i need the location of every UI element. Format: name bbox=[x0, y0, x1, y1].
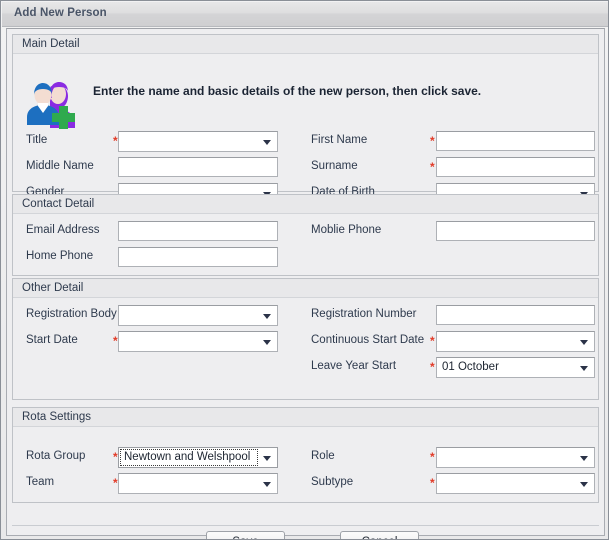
label-title: Title bbox=[26, 134, 48, 146]
group-header-other-detail: Other Detail bbox=[13, 279, 598, 298]
label-continuous-start-date: Continuous Start Date bbox=[311, 334, 425, 346]
combobox-rota-group-value: Newtown and Welshpool bbox=[124, 451, 251, 463]
label-subtype: Subtype bbox=[311, 476, 354, 488]
intro-instruction-text: Enter the name and basic details of the … bbox=[93, 84, 482, 98]
textbox-first-name[interactable] bbox=[436, 131, 595, 151]
chevron-down-icon bbox=[263, 340, 271, 345]
label-rota-group: Rota Group bbox=[26, 450, 86, 462]
required-marker-continuous-start-date: * bbox=[430, 334, 435, 348]
group-header-contact-detail: Contact Detail bbox=[13, 195, 598, 214]
combobox-leave-year-start-value: 01 October bbox=[442, 361, 499, 373]
dialog-client-area: Main Detail Enter the name and basic det… bbox=[6, 28, 605, 539]
required-marker-rota-group: * bbox=[113, 450, 118, 464]
cancel-button[interactable]: Cancel bbox=[340, 531, 419, 539]
group-other-detail: Other Detail Registration Body Registrat… bbox=[12, 278, 599, 400]
combobox-subtype[interactable] bbox=[436, 473, 595, 494]
textbox-registration-number[interactable] bbox=[436, 305, 595, 325]
combobox-leave-year-start[interactable]: 01 October bbox=[436, 357, 595, 378]
label-role: Role bbox=[311, 450, 335, 462]
required-marker-start-date: * bbox=[113, 334, 118, 348]
group-contact-detail: Contact Detail Email Address Moblie Phon… bbox=[12, 194, 599, 276]
group-title-other-detail: Other Detail bbox=[22, 282, 84, 294]
chevron-down-icon bbox=[263, 482, 271, 487]
group-title-contact-detail: Contact Detail bbox=[22, 198, 95, 210]
required-marker-team: * bbox=[113, 476, 118, 490]
chevron-down-icon bbox=[263, 314, 271, 319]
required-marker-title: * bbox=[113, 134, 118, 148]
label-start-date: Start Date bbox=[26, 334, 78, 346]
textbox-middle-name[interactable] bbox=[118, 157, 278, 177]
label-mobile-phone: Moblie Phone bbox=[311, 224, 382, 236]
group-main-detail: Main Detail Enter the name and basic det… bbox=[12, 34, 599, 204]
combobox-title[interactable] bbox=[118, 131, 278, 152]
required-marker-first-name: * bbox=[430, 134, 435, 148]
title-bar: Add New Person bbox=[2, 2, 608, 27]
label-registration-body: Registration Body bbox=[26, 308, 117, 320]
textbox-email-address[interactable] bbox=[118, 221, 278, 241]
chevron-down-icon bbox=[580, 366, 588, 371]
combobox-role[interactable] bbox=[436, 447, 595, 468]
group-header-rota-settings: Rota Settings bbox=[13, 408, 598, 427]
label-middle-name: Middle Name bbox=[26, 160, 94, 172]
chevron-down-icon bbox=[580, 340, 588, 345]
combobox-team[interactable] bbox=[118, 473, 278, 494]
chevron-down-icon bbox=[580, 456, 588, 461]
label-first-name: First Name bbox=[311, 134, 368, 146]
label-email-address: Email Address bbox=[26, 224, 100, 236]
add-person-icon bbox=[26, 80, 80, 130]
group-rota-settings: Rota Settings Rota Group * Newtown and W… bbox=[12, 407, 599, 503]
chevron-down-icon bbox=[263, 456, 271, 461]
label-team: Team bbox=[26, 476, 55, 488]
combobox-start-date[interactable] bbox=[118, 331, 278, 352]
save-button[interactable]: Save bbox=[206, 531, 285, 539]
combobox-continuous-start-date[interactable] bbox=[436, 331, 595, 352]
group-title-rota-settings: Rota Settings bbox=[22, 411, 92, 423]
required-marker-leave-year-start: * bbox=[430, 360, 435, 374]
required-marker-subtype: * bbox=[430, 476, 435, 490]
required-marker-surname: * bbox=[430, 160, 435, 174]
combobox-rota-group[interactable]: Newtown and Welshpool bbox=[118, 447, 278, 468]
footer-separator bbox=[12, 525, 599, 526]
label-leave-year-start: Leave Year Start bbox=[311, 360, 397, 372]
chevron-down-icon bbox=[263, 140, 271, 145]
label-surname: Surname bbox=[311, 160, 358, 172]
textbox-home-phone[interactable] bbox=[118, 247, 278, 267]
group-header-main-detail: Main Detail bbox=[13, 35, 598, 54]
add-new-person-dialog: Add New Person Main Detail Enter the nam… bbox=[0, 0, 609, 540]
chevron-down-icon bbox=[580, 482, 588, 487]
textbox-mobile-phone[interactable] bbox=[436, 221, 595, 241]
textbox-surname[interactable] bbox=[436, 157, 595, 177]
group-title-main-detail: Main Detail bbox=[22, 38, 80, 50]
combobox-registration-body[interactable] bbox=[118, 305, 278, 326]
label-home-phone: Home Phone bbox=[26, 250, 94, 262]
label-registration-number: Registration Number bbox=[311, 308, 417, 320]
required-marker-role: * bbox=[430, 450, 435, 464]
window-title: Add New Person bbox=[14, 7, 107, 19]
